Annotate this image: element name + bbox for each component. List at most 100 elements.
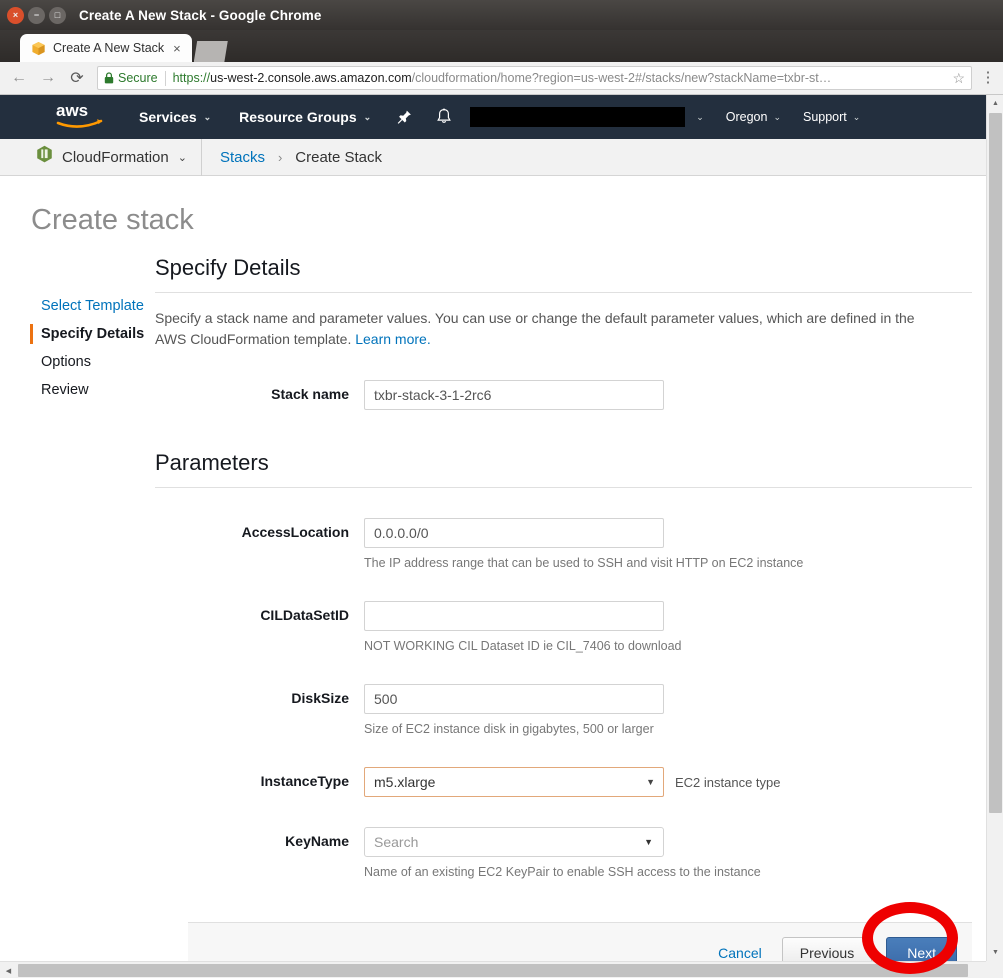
cil-dataset-id-label: CILDataSetID [155, 601, 364, 623]
disk-size-input[interactable]: 500 [364, 684, 664, 714]
window-controls: × − □ [7, 7, 66, 24]
breadcrumb-stacks-link[interactable]: Stacks [220, 149, 265, 166]
sidebar-item-review[interactable]: Review [41, 376, 155, 404]
scroll-left-icon[interactable]: ◀ [0, 962, 17, 979]
tab-close-icon[interactable]: × [171, 42, 183, 55]
cil-dataset-id-control: NOT WORKING CIL Dataset ID ie CIL_7406 t… [364, 601, 972, 654]
secure-label: Secure [118, 71, 158, 85]
cancel-button[interactable]: Cancel [712, 945, 768, 961]
address-bar[interactable]: Secure https://us-west-2.console.aws.ama… [97, 66, 972, 90]
field-instance-type: InstanceType m5.xlarge ▼ EC2 instance ty… [155, 767, 972, 797]
tab-title: Create A New Stack [53, 41, 164, 55]
browser-toolbar: ← → ⟳ Secure https://us-west-2.console.a… [0, 62, 1003, 95]
arrow-left-icon: ← [11, 69, 27, 87]
horizontal-scroll-thumb[interactable] [18, 964, 968, 977]
pin-icon[interactable] [385, 109, 424, 125]
chevron-down-icon: ⌄ [204, 112, 212, 123]
vertical-scrollbar[interactable]: ▲ ▼ [986, 95, 1003, 961]
wizard-side-nav: Select Template Specify Details Options … [0, 255, 155, 880]
aws-logo-icon[interactable]: aws [56, 100, 103, 135]
wizard-main-column: Specify Details Specify a stack name and… [155, 255, 986, 880]
key-name-hint: Name of an existing EC2 KeyPair to enabl… [364, 864, 972, 880]
nav-region-selector[interactable]: Oregon ⌄ [715, 110, 792, 124]
breadcrumb-service[interactable]: CloudFormation ⌄ [36, 139, 202, 176]
page-title: Create stack [0, 176, 986, 237]
bookmark-star-icon[interactable]: ☆ [952, 70, 965, 87]
access-location-control: 0.0.0.0/0 The IP address range that can … [364, 518, 972, 571]
bell-icon[interactable] [424, 108, 464, 126]
key-name-combobox[interactable]: Search ▼ [364, 827, 664, 857]
breadcrumb-current: Create Stack [295, 149, 382, 166]
url-host: us-west-2.console.aws.amazon.com [210, 71, 411, 85]
reload-button[interactable]: ⟳ [64, 65, 90, 91]
next-button[interactable]: Next [886, 937, 957, 962]
omnibox-divider [165, 71, 166, 86]
wizard-body: Select Template Specify Details Options … [0, 237, 986, 880]
lock-icon [104, 72, 114, 84]
sidebar-item-select-template[interactable]: Select Template [41, 292, 155, 320]
specify-details-description: Specify a stack name and parameter value… [155, 308, 925, 350]
window-close-button[interactable]: × [7, 7, 24, 24]
access-location-hint: The IP address range that can be used to… [364, 555, 972, 571]
access-location-input[interactable]: 0.0.0.0/0 [364, 518, 664, 548]
horizontal-scrollbar[interactable]: ◀ ▶ [0, 961, 1003, 978]
instance-type-select[interactable]: m5.xlarge ▼ [364, 767, 664, 797]
nav-resource-groups-label: Resource Groups [239, 109, 356, 125]
previous-button[interactable]: Previous [782, 937, 872, 962]
parameters-divider [155, 487, 972, 488]
window-maximize-button[interactable]: □ [49, 7, 66, 24]
chevron-down-icon: ⌄ [178, 151, 187, 164]
scroll-up-icon[interactable]: ▲ [987, 95, 1003, 112]
browser-tab[interactable]: Create A New Stack × [20, 34, 192, 62]
url-scheme: https:// [173, 71, 211, 85]
back-button[interactable]: ← [6, 65, 32, 91]
parameters-heading: Parameters [155, 450, 972, 476]
sidebar-item-options[interactable]: Options [41, 348, 155, 376]
minimize-icon: − [34, 11, 39, 20]
stack-name-input[interactable]: txbr-stack-3-1-2rc6 [364, 380, 664, 410]
instance-type-control: m5.xlarge ▼ EC2 instance type [364, 767, 972, 797]
aws-console-page: aws Services ⌄ Resource Groups ⌄ [0, 95, 986, 961]
stack-name-label: Stack name [155, 380, 364, 402]
window-titlebar: × − □ Create A New Stack - Google Chrome [0, 0, 1003, 30]
chrome-menu-icon[interactable]: ⋮ [979, 72, 997, 84]
svg-text:aws: aws [56, 101, 88, 120]
cloudformation-cube-icon [31, 41, 46, 56]
cil-dataset-id-input[interactable] [364, 601, 664, 631]
disk-size-label: DiskSize [155, 684, 364, 706]
chevron-down-icon: ⌄ [364, 112, 372, 123]
instance-type-inline-hint: EC2 instance type [675, 775, 781, 790]
field-key-name: KeyName Search ▼ Name of an existing EC2… [155, 827, 972, 880]
breadcrumb-path: Stacks › Create Stack [202, 149, 382, 166]
field-disk-size: DiskSize 500 Size of EC2 instance disk i… [155, 684, 972, 737]
aws-global-nav: aws Services ⌄ Resource Groups ⌄ [0, 95, 986, 139]
account-menu-caret[interactable]: ⌄ [685, 112, 715, 123]
instance-type-label: InstanceType [155, 767, 364, 789]
specify-details-heading: Specify Details [155, 255, 972, 281]
access-location-label: AccessLocation [155, 518, 364, 540]
disk-size-control: 500 Size of EC2 instance disk in gigabyt… [364, 684, 972, 737]
nav-support[interactable]: Support ⌄ [792, 110, 871, 124]
new-tab-button[interactable] [194, 41, 228, 62]
sidebar-item-specify-details[interactable]: Specify Details [41, 320, 155, 348]
field-stack-name: Stack name txbr-stack-3-1-2rc6 [155, 380, 972, 410]
window-minimize-button[interactable]: − [28, 7, 45, 24]
scroll-down-icon[interactable]: ▼ [987, 944, 1003, 961]
nav-resource-groups[interactable]: Resource Groups ⌄ [225, 109, 385, 125]
vertical-scroll-thumb[interactable] [989, 113, 1002, 813]
tab-strip: Create A New Stack × [0, 30, 1003, 62]
parameters-section: Parameters [155, 450, 972, 488]
account-name-redacted[interactable] [470, 107, 685, 127]
key-name-label: KeyName [155, 827, 364, 849]
page-viewport: aws Services ⌄ Resource Groups ⌄ [0, 95, 1003, 978]
chevron-down-icon: ⌄ [696, 112, 704, 123]
nav-services-label: Services [139, 109, 197, 125]
learn-more-link[interactable]: Learn more. [355, 331, 430, 347]
forward-button[interactable]: → [35, 65, 61, 91]
section-divider [155, 292, 972, 293]
close-icon: × [13, 11, 18, 20]
disk-size-hint: Size of EC2 instance disk in gigabytes, … [364, 721, 972, 737]
description-text: Specify a stack name and parameter value… [155, 310, 915, 347]
nav-services[interactable]: Services ⌄ [125, 109, 225, 125]
wizard-footer: Cancel Previous Next [188, 922, 972, 961]
